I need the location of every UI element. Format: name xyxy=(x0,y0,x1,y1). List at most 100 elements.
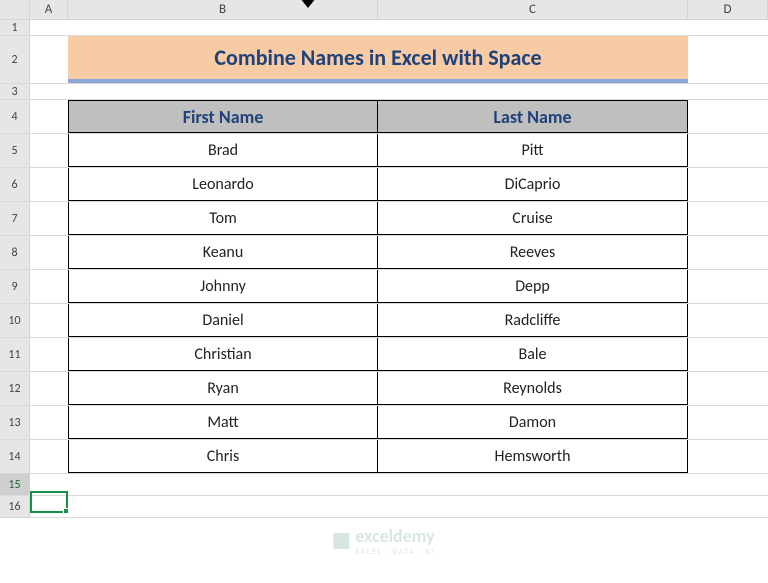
col-header-d[interactable]: D xyxy=(688,0,768,19)
cell-a6[interactable] xyxy=(30,168,68,201)
cell-first-name[interactable]: Leonardo xyxy=(68,168,378,201)
cell-first-name[interactable]: Daniel xyxy=(68,304,378,337)
row-header-8[interactable]: 8 xyxy=(0,236,30,269)
cell-a16[interactable] xyxy=(30,496,68,517)
cell-a13[interactable] xyxy=(30,406,68,439)
row-header-6[interactable]: 6 xyxy=(0,168,30,201)
spreadsheet-grid: A B C D 1 2 Combine Names in Excel with … xyxy=(0,0,768,583)
cell-last-name[interactable]: Damon xyxy=(378,406,688,439)
cell-a11[interactable] xyxy=(30,338,68,371)
cell-a4[interactable] xyxy=(30,100,68,133)
row-header-4[interactable]: 4 xyxy=(0,100,30,133)
table-row: 14 Chris Hemsworth xyxy=(0,440,768,474)
row-header-9[interactable]: 9 xyxy=(0,270,30,303)
row-15: 15 xyxy=(0,474,768,496)
cell-d13[interactable] xyxy=(688,406,768,439)
cell-first-name[interactable]: Brad xyxy=(68,134,378,167)
cell-a12[interactable] xyxy=(30,372,68,405)
cell-a14[interactable] xyxy=(30,440,68,473)
col-header-a[interactable]: A xyxy=(30,0,68,19)
cell-first-name[interactable]: Tom xyxy=(68,202,378,235)
table-row: 11 Christian Bale xyxy=(0,338,768,372)
cell-d9[interactable] xyxy=(688,270,768,303)
cell-last-name[interactable]: Reeves xyxy=(378,236,688,269)
cell-first-name[interactable]: Matt xyxy=(68,406,378,439)
table-header-last-name[interactable]: Last Name xyxy=(378,100,688,133)
cell-d6[interactable] xyxy=(688,168,768,201)
cell-d2[interactable] xyxy=(688,36,768,83)
cell-d15[interactable] xyxy=(688,474,768,495)
page-title: Combine Names in Excel with Space xyxy=(68,36,688,83)
cell-b3[interactable] xyxy=(68,84,378,99)
column-drag-caret-icon xyxy=(300,0,316,8)
cell-first-name[interactable]: Chris xyxy=(68,440,378,473)
cell-d4[interactable] xyxy=(688,100,768,133)
cell-last-name[interactable]: Bale xyxy=(378,338,688,371)
cell-last-name[interactable]: Reynolds xyxy=(378,372,688,405)
row-header-7[interactable]: 7 xyxy=(0,202,30,235)
cell-a15[interactable] xyxy=(30,474,68,495)
row-header-5[interactable]: 5 xyxy=(0,134,30,167)
cell-first-name[interactable]: Johnny xyxy=(68,270,378,303)
col-header-b[interactable]: B xyxy=(68,0,378,19)
watermark-logo-icon xyxy=(333,533,349,549)
cell-last-name[interactable]: DiCaprio xyxy=(378,168,688,201)
col-header-c[interactable]: C xyxy=(378,0,688,19)
cell-d5[interactable] xyxy=(688,134,768,167)
cell-c16[interactable] xyxy=(378,496,688,517)
cell-c3[interactable] xyxy=(378,84,688,99)
row-header-13[interactable]: 13 xyxy=(0,406,30,439)
cell-last-name[interactable]: Pitt xyxy=(378,134,688,167)
cell-a10[interactable] xyxy=(30,304,68,337)
cell-a7[interactable] xyxy=(30,202,68,235)
row-3: 3 xyxy=(0,84,768,100)
row-header-2[interactable]: 2 xyxy=(0,36,30,83)
cell-b15[interactable] xyxy=(68,474,378,495)
select-all-corner[interactable] xyxy=(0,0,30,19)
cell-a2[interactable] xyxy=(30,36,68,83)
cell-d8[interactable] xyxy=(688,236,768,269)
cell-d3[interactable] xyxy=(688,84,768,99)
table-header-first-name[interactable]: First Name xyxy=(68,100,378,133)
cell-a9[interactable] xyxy=(30,270,68,303)
cell-d12[interactable] xyxy=(688,372,768,405)
cell-first-name[interactable]: Ryan xyxy=(68,372,378,405)
table-row: 10 Daniel Radcliffe xyxy=(0,304,768,338)
cell-last-name[interactable]: Depp xyxy=(378,270,688,303)
table-row: 8 Keanu Reeves xyxy=(0,236,768,270)
cell-b1[interactable] xyxy=(68,20,378,35)
cell-a8[interactable] xyxy=(30,236,68,269)
cell-first-name[interactable]: Keanu xyxy=(68,236,378,269)
row-header-11[interactable]: 11 xyxy=(0,338,30,371)
row-header-16[interactable]: 16 xyxy=(0,496,30,517)
cell-last-name[interactable]: Cruise xyxy=(378,202,688,235)
cell-a3[interactable] xyxy=(30,84,68,99)
watermark-brand: exceldemy xyxy=(355,525,434,547)
title-merged-cell[interactable]: Combine Names in Excel with Space xyxy=(68,36,688,83)
cell-a5[interactable] xyxy=(30,134,68,167)
cell-d10[interactable] xyxy=(688,304,768,337)
cell-last-name[interactable]: Hemsworth xyxy=(378,440,688,473)
row-header-10[interactable]: 10 xyxy=(0,304,30,337)
cell-d11[interactable] xyxy=(688,338,768,371)
row-header-15[interactable]: 15 xyxy=(0,474,30,495)
cell-last-name[interactable]: Radcliffe xyxy=(378,304,688,337)
cell-first-name[interactable]: Christian xyxy=(68,338,378,371)
cell-d7[interactable] xyxy=(688,202,768,235)
column-headers: A B C D xyxy=(0,0,768,20)
cell-a1[interactable] xyxy=(30,20,68,35)
cell-d1[interactable] xyxy=(688,20,768,35)
row-header-12[interactable]: 12 xyxy=(0,372,30,405)
cell-d14[interactable] xyxy=(688,440,768,473)
watermark: exceldemy EXCEL · DATA · BI xyxy=(333,525,434,557)
cell-c15[interactable] xyxy=(378,474,688,495)
rows-container: 1 2 Combine Names in Excel with Space 3 … xyxy=(0,20,768,518)
cell-b16[interactable] xyxy=(68,496,378,517)
row-header-1[interactable]: 1 xyxy=(0,20,30,35)
row-header-3[interactable]: 3 xyxy=(0,84,30,99)
cell-d16[interactable] xyxy=(688,496,768,517)
table-row: 13 Matt Damon xyxy=(0,406,768,440)
row-header-14[interactable]: 14 xyxy=(0,440,30,473)
cell-c1[interactable] xyxy=(378,20,688,35)
row-16: 16 xyxy=(0,496,768,518)
